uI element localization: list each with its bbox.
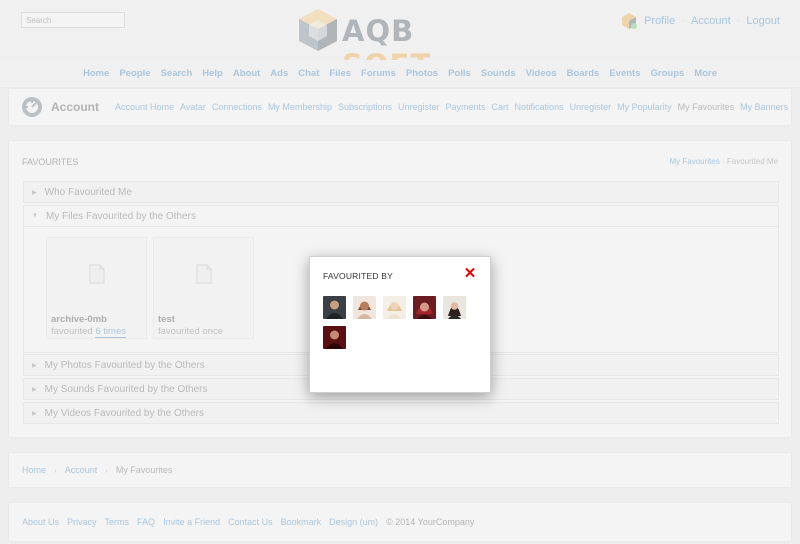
footer-about-us[interactable]: About Us: [22, 517, 59, 527]
acct-link-cart[interactable]: Cart: [492, 102, 509, 112]
copyright: © 2014 YourCompany: [386, 517, 475, 527]
section-label: My Photos Favourited by the Others: [44, 359, 205, 371]
acct-link-membership[interactable]: My Membership: [268, 102, 332, 112]
collapsed-arrow-icon: ▶: [32, 189, 37, 196]
file-card-test[interactable]: test favourited once: [153, 237, 254, 339]
tab-my-favourites[interactable]: My Favourites: [670, 157, 720, 166]
logo-cube-icon: [299, 9, 337, 51]
nav-home[interactable]: Home: [83, 68, 109, 79]
section-who-favourited-me[interactable]: ▶ Who Favourited Me: [23, 181, 779, 203]
nav-events[interactable]: Events: [609, 68, 640, 79]
acct-link-unregister-2[interactable]: Unregister: [570, 102, 612, 112]
breadcrumb-current: My Favourites: [115, 465, 173, 475]
footer-design[interactable]: Design (um): [329, 517, 378, 527]
footer-bookmark[interactable]: Bookmark: [281, 517, 322, 527]
avatar[interactable]: [323, 326, 346, 349]
nav-more[interactable]: More: [694, 68, 717, 79]
nav-help[interactable]: Help: [202, 68, 223, 79]
nav-polls[interactable]: Polls: [448, 68, 471, 79]
user-menu: Profile · Account · Logout: [620, 12, 780, 30]
acct-link-popularity[interactable]: My Popularity: [617, 102, 672, 112]
footer-contact-us[interactable]: Contact Us: [228, 517, 273, 527]
account-links: Account Home Avatar Connections My Membe…: [115, 102, 788, 112]
account-link[interactable]: Account: [691, 15, 731, 27]
nav-groups[interactable]: Groups: [651, 68, 685, 79]
breadcrumb-account[interactable]: Account: [65, 465, 98, 475]
file-card-archive[interactable]: archive-0mb favourited 6 times: [46, 237, 147, 339]
avatar[interactable]: [443, 296, 466, 319]
collapsed-arrow-icon: ▶: [32, 362, 37, 369]
nav-ads[interactable]: Ads: [270, 68, 288, 79]
nav-photos[interactable]: Photos: [406, 68, 438, 79]
section-label: My Files Favourited by the Others: [45, 210, 197, 222]
avatar[interactable]: [383, 296, 406, 319]
panel-title: Favourites: [22, 157, 79, 167]
footer-invite-friend[interactable]: Invite a Friend: [163, 517, 220, 527]
nav-forums[interactable]: Forums: [361, 68, 396, 79]
user-avatar-icon[interactable]: [620, 12, 638, 30]
separator: ·: [736, 15, 741, 27]
nav-files[interactable]: Files: [329, 68, 351, 79]
header: AQB SOFT Profile · Account · Logout: [0, 0, 800, 82]
profile-link[interactable]: Profile: [644, 15, 675, 27]
popup-title: Favourited By: [323, 271, 393, 281]
dashboard-gauge-icon: [22, 97, 42, 117]
file-document-icon: [196, 264, 212, 284]
avatar[interactable]: [353, 296, 376, 319]
nav-search[interactable]: Search: [161, 68, 193, 79]
section-label: My Videos Favourited by the Others: [44, 407, 204, 419]
nav-boards[interactable]: Boards: [567, 68, 600, 79]
nav-sounds[interactable]: Sounds: [481, 68, 516, 79]
panel-tabs: My Favourites · Favourited Me: [670, 157, 779, 166]
chevron-right-icon: ›: [105, 465, 108, 475]
footer-privacy[interactable]: Privacy: [67, 517, 97, 527]
footer: About Us Privacy Terms FAQ Invite a Frie…: [8, 502, 792, 542]
collapsed-arrow-icon: ▶: [32, 386, 37, 393]
section-label: Who Favourited Me: [44, 186, 132, 198]
acct-link-avatar[interactable]: Avatar: [180, 102, 206, 112]
breadcrumb: Home › Account › My Favourites: [8, 452, 792, 488]
acct-link-payments[interactable]: Payments: [446, 102, 486, 112]
breadcrumb-home[interactable]: Home: [22, 465, 46, 475]
separator: ·: [681, 15, 685, 27]
file-name[interactable]: test: [158, 314, 175, 325]
file-favourited-count: favourited 6 times: [51, 326, 126, 338]
nav-about[interactable]: About: [233, 68, 260, 79]
search-input[interactable]: [21, 12, 125, 28]
collapsed-arrow-icon: ▶: [32, 410, 37, 417]
file-favourited-count: favourited once: [158, 326, 223, 337]
logout-link[interactable]: Logout: [746, 15, 780, 27]
section-my-videos[interactable]: ▶ My Videos Favourited by the Others: [23, 402, 779, 424]
acct-link-home[interactable]: Account Home: [115, 102, 174, 112]
nav-videos[interactable]: Videos: [526, 68, 557, 79]
chevron-right-icon: ›: [54, 465, 57, 475]
avatar[interactable]: [413, 296, 436, 319]
acct-link-unregister[interactable]: Unregister: [398, 102, 440, 112]
account-title: Account: [51, 100, 99, 114]
account-submenu: Account Account Home Avatar Connections …: [8, 88, 792, 126]
nav-people[interactable]: People: [119, 68, 150, 79]
acct-link-notifications[interactable]: Notifications: [515, 102, 564, 112]
acct-link-connections[interactable]: Connections: [212, 102, 262, 112]
nav-chat[interactable]: Chat: [298, 68, 319, 79]
acct-link-banners[interactable]: My Banners: [740, 102, 788, 112]
expanded-arrow-icon: ▼: [32, 213, 38, 219]
favourited-times-link[interactable]: 6 times: [95, 326, 126, 338]
file-name[interactable]: archive-0mb: [51, 314, 107, 325]
tab-favourited-me[interactable]: Favourited Me: [727, 157, 778, 166]
section-my-files[interactable]: ▼ My Files Favourited by the Others: [23, 205, 779, 227]
avatar-list: [323, 296, 483, 349]
acct-link-favourites[interactable]: My Favourites: [678, 102, 735, 112]
section-label: My Sounds Favourited by the Others: [44, 383, 208, 395]
favourited-by-popup: Favourited By ✕: [309, 256, 491, 393]
footer-terms[interactable]: Terms: [105, 517, 130, 527]
acct-link-subscriptions[interactable]: Subscriptions: [338, 102, 392, 112]
avatar[interactable]: [323, 296, 346, 319]
file-document-icon: [89, 264, 105, 284]
main-nav: Home People Search Help About Ads Chat F…: [0, 60, 800, 88]
site-logo[interactable]: AQB SOFT: [296, 7, 506, 82]
footer-faq[interactable]: FAQ: [137, 517, 155, 527]
close-icon[interactable]: ✕: [463, 266, 477, 281]
